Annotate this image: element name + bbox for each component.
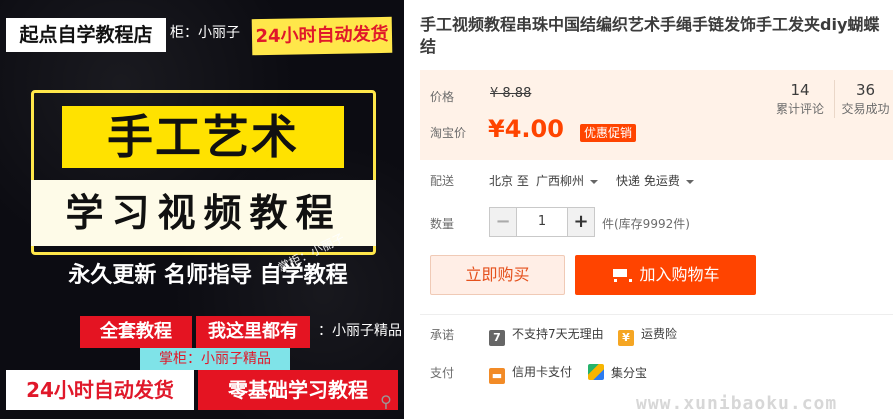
promise-label: 承诺: [430, 328, 455, 342]
delivery-label: 配送: [430, 174, 455, 188]
image-watermark-top: 柜：小丽子: [170, 25, 240, 41]
quantity-stepper: − 1 +: [489, 207, 595, 237]
image-red-tag-have-all: 我这里都有: [196, 316, 310, 348]
chevron-down-icon: [685, 179, 694, 184]
promise-freight-insurance[interactable]: ¥ 运费险: [618, 326, 677, 346]
sales-label: 交易成功: [841, 102, 890, 116]
divider: [420, 314, 893, 315]
product-title: 手工视频教程串珠中国结编织艺术手绳手链发饰手工发夹diy蝴蝶结: [420, 15, 880, 56]
add-to-cart-label: 加入购物车: [639, 265, 720, 284]
price-panel: 价格 ¥ 8.88 淘宝价 ¥4.00 优惠促销 14 累计评论 36 交易成功: [420, 70, 893, 160]
jifenbao-text: 集分宝: [611, 366, 648, 380]
credit-card-icon: ▬: [489, 368, 505, 384]
stat-comments[interactable]: 14 累计评论: [770, 80, 830, 118]
image-watermark-shop: ：小丽子精品: [318, 323, 402, 339]
chevron-down-icon: [590, 179, 599, 184]
payment-credit-card[interactable]: ▬ 信用卡支付: [489, 364, 572, 384]
no-return-text: 不支持7天无理由: [512, 327, 604, 341]
image-zero-basis-tag: 零基础学习教程: [198, 370, 398, 410]
auto-ship-tag-top: 24小时自动发货: [251, 16, 393, 56]
payment-jifenbao[interactable]: 集分宝: [588, 364, 647, 381]
credit-card-text: 信用卡支付: [512, 365, 573, 379]
delivery-from: 北京 至: [489, 174, 529, 188]
original-price: ¥ 8.88: [490, 86, 532, 101]
seven-day-icon: 7: [489, 330, 505, 346]
promo-badge[interactable]: 优惠促销: [580, 124, 637, 142]
stock-info: 件(库存9992件): [602, 217, 690, 231]
comments-label: 累计评论: [775, 102, 824, 116]
taobao-price-label: 淘宝价: [430, 126, 467, 140]
product-image[interactable]: 起点自学教程店 柜：小丽子 24小时自动发货 手工艺术 学习视频教程 永久更新 …: [0, 0, 404, 419]
cart-icon: [611, 268, 633, 282]
delivery-method-select[interactable]: 快递 免运费: [616, 172, 694, 189]
payment-label: 支付: [430, 366, 455, 380]
freight-insurance-text: 运费险: [641, 327, 678, 341]
image-main-title: 手工艺术: [62, 106, 344, 168]
product-info-panel: 手工视频教程串珠中国结编织艺术手绳手链发饰手工发夹diy蝴蝶结 价格 ¥ 8.8…: [420, 0, 893, 419]
delivery-destination: 广西柳州: [536, 174, 585, 188]
add-to-cart-button[interactable]: 加入购物车: [575, 255, 756, 295]
quantity-label: 数量: [430, 217, 455, 231]
quantity-increase-button[interactable]: +: [568, 208, 594, 236]
delivery-method: 快递 免运费: [616, 174, 680, 188]
image-red-tag-full-course: 全套教程: [80, 316, 192, 348]
quantity-decrease-button[interactable]: −: [490, 208, 516, 236]
store-name-tag: 起点自学教程店: [6, 18, 166, 52]
promise-no-7day-return[interactable]: 7 不支持7天无理由: [489, 326, 604, 346]
stat-sales: 36 交易成功: [834, 80, 893, 118]
delivery-destination-select[interactable]: 广西柳州: [536, 172, 599, 189]
freight-insurance-icon: ¥: [618, 330, 634, 346]
quantity-input[interactable]: 1: [516, 208, 568, 236]
price-label: 价格: [430, 90, 455, 104]
image-features: 永久更新 名师指导 自学教程: [68, 263, 348, 288]
buy-now-button[interactable]: 立即购买: [430, 255, 565, 295]
auto-ship-tag-bottom: 24小时自动发货: [6, 370, 194, 410]
sales-count: 36: [855, 81, 876, 99]
zoom-icon[interactable]: ⚲: [376, 392, 396, 412]
site-watermark: www.xunibaoku.com: [636, 393, 838, 414]
taobao-price: ¥4.00: [488, 115, 564, 143]
jifenbao-icon: [588, 364, 604, 380]
comments-count: 14: [790, 81, 810, 99]
image-watermark-keeper: 掌柜：小丽子精品: [140, 348, 290, 370]
